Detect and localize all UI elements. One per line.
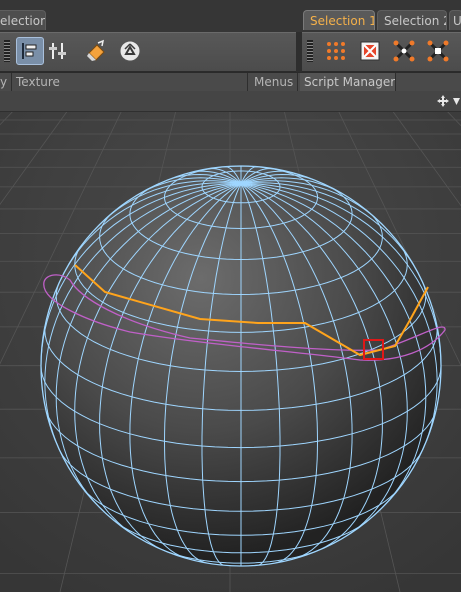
scale-points-icon [393, 40, 415, 62]
menu-item-script-manager[interactable]: Script Manager [300, 73, 396, 91]
grip-icon[interactable] [307, 40, 313, 62]
recycle-button[interactable] [116, 37, 144, 65]
grip-icon[interactable] [4, 40, 10, 62]
tab-selection-2[interactable]: Selection 2 [377, 10, 447, 30]
viewport-header [0, 91, 461, 112]
paint-bucket-icon [87, 39, 105, 61]
move-arrows-icon[interactable] [437, 95, 449, 107]
scale-points-alt-button[interactable] [424, 37, 452, 65]
x-box-button[interactable] [356, 37, 384, 65]
menubar: y Texture Menus Script Manager [0, 72, 461, 92]
scale-points-alt-icon [427, 40, 449, 62]
align-left-button[interactable] [16, 37, 44, 65]
tab-row: election Selection 1 Selection 2 U [0, 0, 461, 32]
recycle-icon [119, 40, 141, 62]
viewport-3d[interactable] [0, 112, 461, 592]
paint-bucket-button[interactable] [82, 37, 110, 65]
tab-selection[interactable]: election [0, 10, 46, 30]
tab-u[interactable]: U [449, 10, 461, 30]
x-box-icon [360, 41, 380, 61]
grid-columns-icon [49, 43, 66, 59]
toolbar-divider [296, 32, 302, 72]
align-left-icon [22, 43, 37, 59]
dropdown-arrow-icon[interactable] [452, 95, 461, 107]
dots-grid-icon [327, 42, 345, 60]
grid-columns-button[interactable] [44, 37, 72, 65]
menu-item-menus[interactable]: Menus [250, 73, 298, 91]
dots-grid-button[interactable] [322, 37, 350, 65]
tab-selection-1[interactable]: Selection 1 [303, 10, 375, 30]
menu-item-texture[interactable]: Texture [12, 73, 248, 91]
menu-item-partial[interactable]: y [0, 73, 12, 91]
scale-points-button[interactable] [390, 37, 418, 65]
